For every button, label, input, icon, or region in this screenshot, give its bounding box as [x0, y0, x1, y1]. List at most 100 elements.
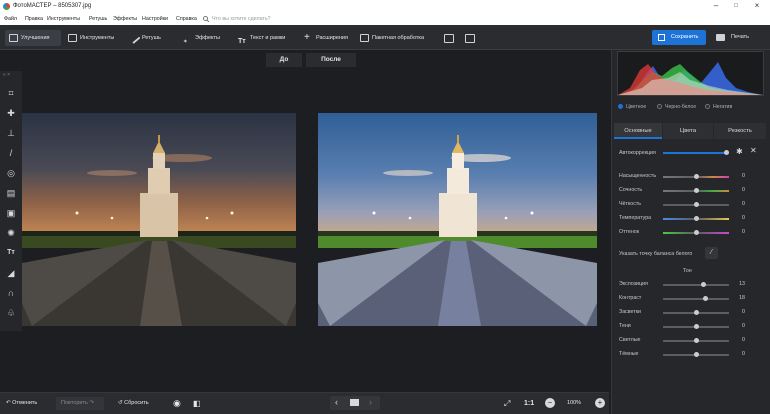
tab-colors[interactable]: Цвета	[663, 123, 713, 139]
slider-track[interactable]	[663, 282, 729, 287]
prev-image-icon[interactable]: ‹	[335, 397, 338, 407]
slider-knob[interactable]	[694, 174, 699, 179]
mode-color[interactable]: Цветное	[618, 104, 646, 110]
next-image-icon[interactable]: ›	[369, 397, 372, 407]
maximize-button[interactable]: □	[729, 1, 743, 11]
preview-eye-icon[interactable]: ◉	[173, 397, 181, 410]
crop-icon	[68, 34, 77, 42]
tab-text-frames[interactable]: Tт Текст и рамки	[234, 30, 294, 46]
slider-track[interactable]	[663, 296, 729, 301]
slider-knob[interactable]	[694, 338, 699, 343]
zoom-in-icon[interactable]: +	[595, 398, 605, 408]
slider-track[interactable]	[663, 202, 729, 207]
slider-value: 13	[739, 281, 745, 287]
slider-knob[interactable]	[700, 282, 706, 287]
radio-icon	[705, 104, 710, 109]
left-tool-strip: « × ⌗ ✚ ⊥ / ◎ ▤ ▣ ✺ Tт ◢ ∩ ♧	[0, 71, 22, 331]
slider-knob[interactable]	[703, 296, 708, 301]
tab-enhancements[interactable]: Улучшения	[5, 30, 61, 46]
slider-knob[interactable]	[694, 188, 699, 193]
autocorrection-slider[interactable]	[663, 150, 729, 155]
mode-negative[interactable]: Негатив	[705, 104, 732, 110]
close-button[interactable]: ×	[750, 1, 764, 11]
split-view-icon[interactable]: ◧	[193, 397, 201, 410]
after-label[interactable]: После	[306, 53, 356, 67]
collapse-icon[interactable]: « ×	[3, 72, 10, 78]
menu-effects[interactable]: Эффекты	[113, 16, 137, 22]
crop-tool-icon[interactable]: ⌗	[5, 87, 17, 99]
menu-settings[interactable]: Настройки	[142, 16, 168, 22]
radio-icon	[657, 104, 662, 109]
slider-knob[interactable]	[694, 324, 699, 329]
folder-icon[interactable]	[350, 399, 359, 406]
slider-track[interactable]	[663, 324, 729, 329]
tab-basic[interactable]: Основные	[614, 123, 662, 139]
slider-value: 0	[742, 187, 745, 193]
tab-extensions[interactable]: + Расширения	[300, 30, 352, 46]
autocorrection-knob[interactable]	[724, 150, 729, 155]
slider-track[interactable]	[663, 216, 729, 221]
leaf-icon[interactable]: ♧	[5, 307, 17, 319]
menu-tools[interactable]: Инструменты	[47, 16, 80, 22]
menu-retouch[interactable]: Ретушь	[89, 16, 107, 22]
slider-knob[interactable]	[694, 352, 699, 357]
reset-button[interactable]: ↺ Сбросить	[118, 397, 160, 410]
fit-screen-icon[interactable]: ⤢	[504, 397, 510, 410]
slider-track[interactable]	[663, 188, 729, 193]
tab-batch[interactable]: Пакетная обработка	[356, 30, 430, 46]
settings-gear-icon[interactable]: ✱	[736, 147, 743, 156]
slider-value: 0	[742, 201, 745, 207]
slider-track[interactable]	[663, 338, 729, 343]
slider-track[interactable]	[663, 352, 729, 357]
menu-bar: Файл Правка Инструменты Ретушь Эффекты Н…	[0, 13, 770, 25]
slider-knob[interactable]	[694, 310, 699, 315]
slider-label: Контраст	[619, 295, 642, 301]
tab-effects[interactable]: ✶ Эффекты	[179, 30, 227, 46]
slider-knob[interactable]	[694, 230, 699, 235]
minimize-button[interactable]: –	[709, 1, 723, 11]
redo-icon: ↷	[87, 400, 94, 406]
fill-bucket-icon[interactable]: ◢	[5, 267, 17, 279]
menu-edit[interactable]: Правка	[25, 16, 43, 22]
tab-sharpness[interactable]: Резкость	[714, 123, 766, 139]
compare-view-icon[interactable]	[465, 34, 475, 43]
eyedropper-icon[interactable]: ⁄	[705, 247, 718, 259]
brush-tool-icon[interactable]: /	[5, 147, 17, 159]
slider-track[interactable]	[663, 230, 729, 235]
slider-track[interactable]	[663, 174, 729, 179]
slider-knob[interactable]	[694, 216, 699, 221]
slider-label: Экспозиция	[619, 281, 648, 287]
before-label[interactable]: До	[266, 53, 302, 67]
text-icon: Tт	[238, 38, 246, 45]
slider-label: Светлые	[619, 337, 641, 343]
print-button[interactable]: Печать	[713, 30, 758, 45]
window-title: ФотоМАСТЕР – 8505307.jpg	[13, 3, 92, 9]
zoom-out-icon[interactable]: −	[545, 398, 555, 408]
slider-track[interactable]	[663, 310, 729, 315]
tab-retouch[interactable]: Ретушь	[126, 30, 172, 46]
file-navigation: ‹ ›	[330, 396, 380, 410]
save-button[interactable]: Сохранить	[652, 30, 706, 45]
horseshoe-icon[interactable]: ∩	[5, 287, 17, 299]
histogram-graph	[618, 62, 763, 95]
radial-filter-icon[interactable]: ◎	[5, 167, 17, 179]
healing-tool-icon[interactable]: ✚	[5, 107, 17, 119]
text-tool-icon[interactable]: Tт	[5, 247, 17, 259]
redo-button[interactable]: Повторить ↷	[56, 397, 104, 410]
tab-tools[interactable]: Инструменты	[64, 30, 122, 46]
search-box[interactable]: Что вы хотите сделать?	[203, 14, 303, 24]
radio-icon	[618, 104, 623, 109]
history-icon[interactable]	[444, 34, 454, 43]
actual-size-button[interactable]: 1:1	[524, 397, 534, 410]
light-icon[interactable]: ✺	[5, 227, 17, 239]
menu-file[interactable]: Файл	[4, 16, 17, 22]
menu-help[interactable]: Справка	[176, 16, 197, 22]
slider-knob[interactable]	[694, 202, 699, 207]
mode-bw[interactable]: Черно-белое	[657, 104, 696, 110]
stamp-tool-icon[interactable]: ⊥	[5, 127, 17, 139]
undo-button[interactable]: ↶ Отменить	[6, 397, 52, 410]
vignette-icon[interactable]: ▣	[5, 207, 17, 219]
slider-label: Чёткость	[619, 201, 642, 207]
close-icon[interactable]: ✕	[750, 146, 757, 155]
gradient-filter-icon[interactable]: ▤	[5, 187, 17, 199]
